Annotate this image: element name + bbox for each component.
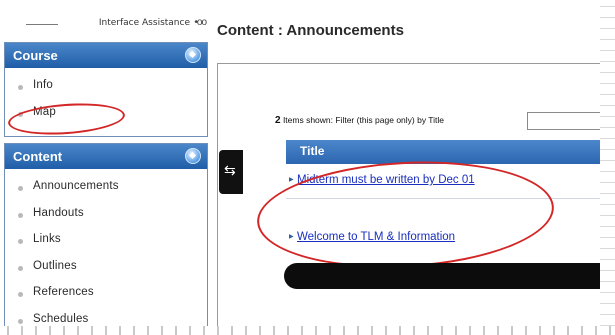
course-panel-header: Course (5, 43, 207, 68)
bullet-icon (18, 239, 23, 244)
bullet-icon (18, 212, 23, 218)
course-panel-title: Course (13, 48, 58, 63)
sidebar-item-links[interactable]: Links (5, 231, 207, 258)
content-panel-header: Content (5, 144, 207, 169)
bullet-icon (18, 292, 23, 297)
items-count: 2 (275, 115, 281, 126)
collapse-sidebar-button[interactable]: ⇆ (219, 150, 243, 194)
bullet-icon (18, 318, 23, 324)
sidebar-item-label[interactable]: References (33, 286, 94, 298)
page-title: Content : Announcements (217, 22, 404, 39)
collapse-sidebar-icon: ⇆ (224, 162, 236, 178)
content-nav: Announcements Handouts Links Outlines Re… (5, 169, 207, 335)
sidebar-item-label[interactable]: Links (33, 233, 61, 245)
sidebar-item-info[interactable]: Info (5, 77, 207, 104)
sidebar-item-outlines[interactable]: Outlines (5, 258, 207, 285)
sidebar-item-label[interactable]: Handouts (33, 207, 84, 219)
sidebar-item-label[interactable]: Info (33, 79, 53, 91)
items-shown-label: Items shown: Filter (this page only) by … (282, 115, 445, 125)
sidebar-item-references[interactable]: References (5, 284, 207, 311)
interface-assistance-label[interactable]: Interface Assistance (99, 18, 190, 28)
torn-edge-bottom (0, 326, 615, 335)
sidebar-item-label[interactable]: Announcements (33, 180, 119, 192)
content-panel-title: Content (13, 149, 63, 164)
column-header-title[interactable]: Title (300, 144, 324, 158)
content-panel: Content Announcements Handouts Links Out… (4, 143, 208, 335)
items-filter-bar: 2 Items shown: Filter (this page only) b… (273, 110, 615, 132)
bullet-icon (18, 186, 23, 191)
bullet-icon (18, 85, 23, 90)
screenshot-frame: Interface Assistance •oo Course Info Map… (0, 0, 615, 335)
assistance-level-icon[interactable]: •oo (194, 17, 207, 28)
items-shown-text: 2 Items shown: Filter (this page only) b… (275, 115, 444, 126)
row-arrow-icon: ▶ (289, 177, 294, 183)
sidebar-item-label[interactable]: Schedules (33, 313, 89, 325)
sidebar-item-announcements[interactable]: Announcements (5, 178, 207, 205)
redacted-bar (284, 263, 615, 289)
torn-edge-right (600, 0, 615, 335)
divider (26, 24, 58, 25)
sidebar-item-handouts[interactable]: Handouts (5, 205, 207, 232)
bullet-icon (18, 265, 23, 271)
panel-toggle-icon[interactable] (185, 47, 201, 63)
table-header: Title (286, 140, 615, 164)
panel-toggle-icon[interactable] (185, 148, 201, 164)
sidebar-item-label[interactable]: Outlines (33, 260, 77, 272)
interface-assistance-bar: Interface Assistance •oo (4, 17, 207, 31)
